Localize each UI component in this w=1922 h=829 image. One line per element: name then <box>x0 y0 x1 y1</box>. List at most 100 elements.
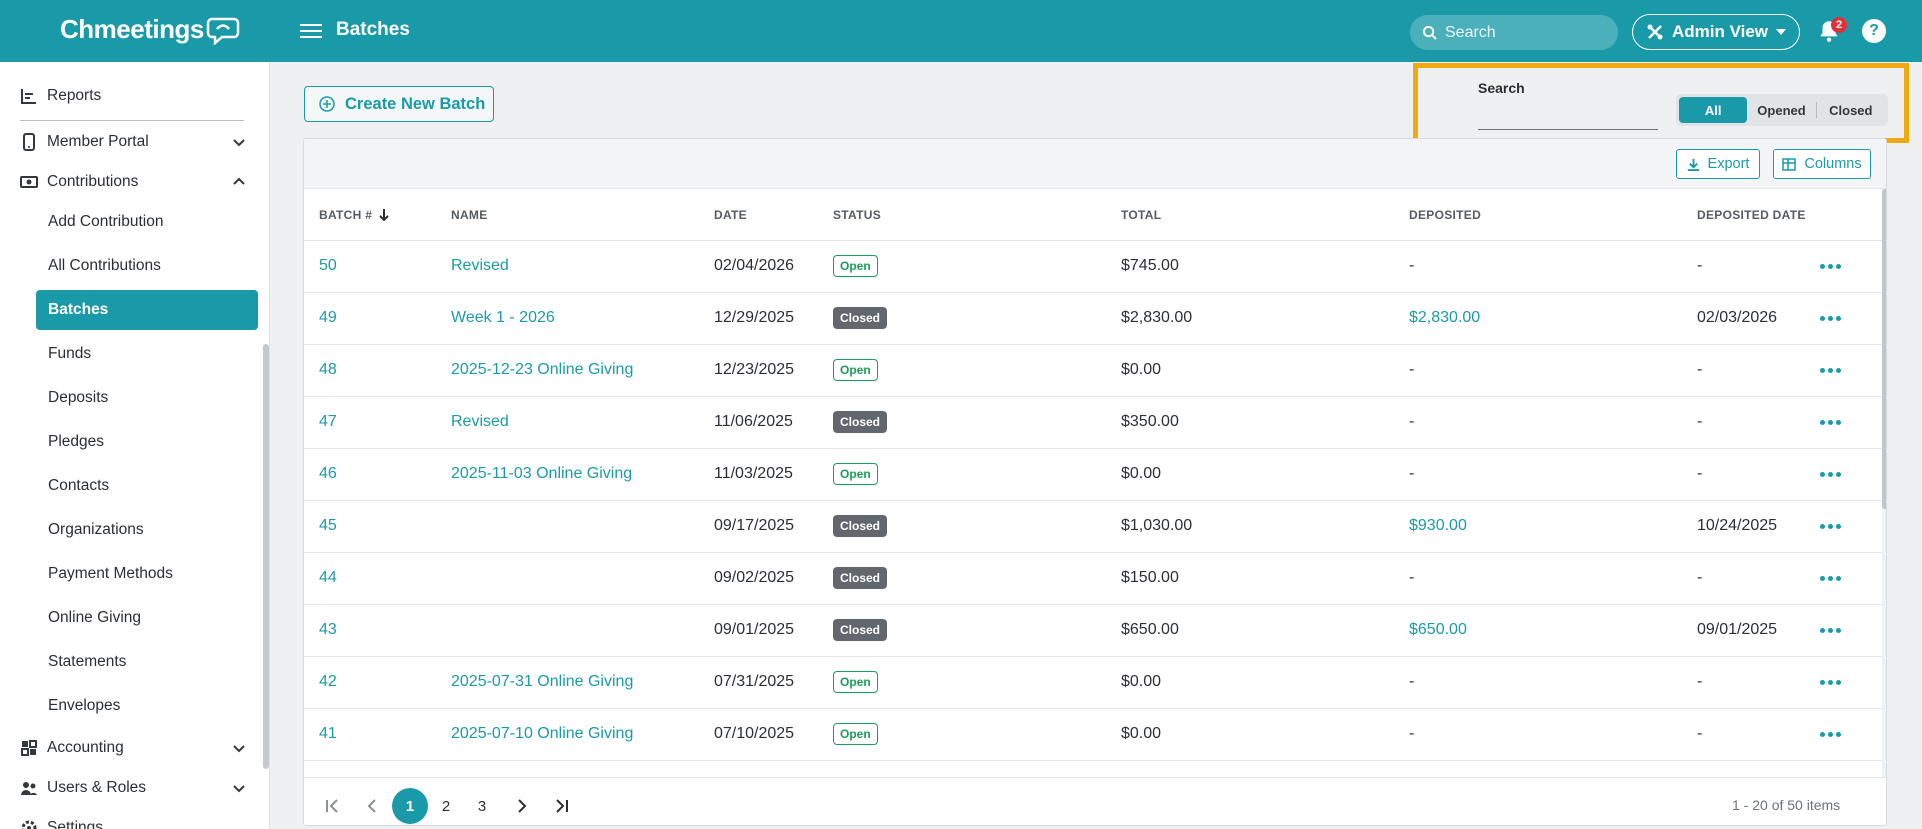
table-row[interactable]: 48 2025-12-23 Online Giving 12/23/2025 Open… <box>304 345 1882 397</box>
create-new-batch-button[interactable]: Create New Batch <box>304 86 494 122</box>
admin-view-button[interactable]: Admin View <box>1632 14 1800 50</box>
last-page-icon[interactable] <box>544 788 580 824</box>
sidebar-subitem-all-contributions[interactable]: All Contributions <box>36 246 258 286</box>
batch-name-link[interactable]: 2025-12-23 Online Giving <box>451 361 633 379</box>
row-actions-more-icon[interactable] <box>1820 628 1841 633</box>
batches-grid: Export Columns BATCH # NAME DATE STATUS … <box>303 138 1887 826</box>
sidebar-item-settings[interactable]: Settings <box>0 808 262 829</box>
page-2-button[interactable]: 2 <box>428 788 464 824</box>
sidebar-item-reports[interactable]: Reports <box>0 76 262 116</box>
grid-scrollbar-thumb[interactable] <box>1882 189 1886 509</box>
sidebar-subitem-batches[interactable]: Batches <box>36 290 258 330</box>
batch-date: 07/10/2025 <box>714 725 795 742</box>
sidebar-subitem-online-giving[interactable]: Online Giving <box>36 598 258 638</box>
batch-number-link[interactable]: 48 <box>319 361 337 379</box>
batch-total: $0.00 <box>1121 725 1162 742</box>
column-header-deposited-date[interactable]: DEPOSITED DATE <box>1697 208 1806 222</box>
column-header-deposited[interactable]: DEPOSITED <box>1409 208 1481 222</box>
batch-number-link[interactable]: 42 <box>319 673 337 691</box>
row-actions-more-icon[interactable] <box>1820 420 1841 425</box>
sidebar-subitem-funds[interactable]: Funds <box>36 334 258 374</box>
row-actions-more-icon[interactable] <box>1820 576 1841 581</box>
sidebar-scrollbar[interactable] <box>263 344 269 769</box>
columns-button[interactable]: Columns <box>1773 149 1871 179</box>
table-row[interactable]: 50 Revised 02/04/2026 Open $745.00 - - <box>304 241 1882 293</box>
column-header-date[interactable]: DATE <box>714 208 747 222</box>
batch-name-link[interactable]: 2025-07-10 Online Giving <box>451 725 633 743</box>
row-actions-more-icon[interactable] <box>1820 732 1841 737</box>
export-button[interactable]: Export <box>1676 149 1760 179</box>
batch-number-link[interactable]: 45 <box>319 517 337 535</box>
column-header-status[interactable]: STATUS <box>833 208 881 222</box>
page-1-button[interactable]: 1 <box>392 788 428 824</box>
batch-number-link[interactable]: 49 <box>319 309 337 327</box>
batch-number-link[interactable]: 50 <box>319 257 337 275</box>
sidebar-subitem-statements[interactable]: Statements <box>36 642 258 682</box>
row-actions-more-icon[interactable] <box>1820 264 1841 269</box>
batch-deposited[interactable]: $2,830.00 <box>1409 309 1480 327</box>
batch-deposited[interactable]: $930.00 <box>1409 517 1467 535</box>
batch-number-link[interactable]: 46 <box>319 465 337 483</box>
sidebar-subitem-contacts[interactable]: Contacts <box>36 466 258 506</box>
previous-page-icon[interactable] <box>354 788 390 824</box>
help-icon[interactable]: ? <box>1862 19 1886 43</box>
batch-name-link[interactable]: Revised <box>451 257 509 275</box>
column-header-label: BATCH # <box>319 208 373 222</box>
column-header-batch[interactable]: BATCH # <box>319 208 390 222</box>
batch-name-link[interactable]: 2025-07-31 Online Giving <box>451 673 633 691</box>
grid-scrollbar[interactable] <box>1882 189 1886 777</box>
batch-number-link[interactable]: 43 <box>319 621 337 639</box>
pagination-info: 1 - 20 of 50 items <box>1732 797 1841 813</box>
sidebar-subitem-envelopes[interactable]: Envelopes <box>36 686 258 726</box>
table-row[interactable]: 46 2025-11-03 Online Giving 11/03/2025 Open… <box>304 449 1882 501</box>
next-page-icon[interactable] <box>504 788 540 824</box>
row-actions-more-icon[interactable] <box>1820 368 1841 373</box>
sidebar-item-member-portal[interactable]: Member Portal <box>0 122 262 162</box>
page-3-button[interactable]: 3 <box>464 788 500 824</box>
filter-search-input[interactable] <box>1478 102 1658 130</box>
sidebar-item-users-roles[interactable]: Users & Roles <box>0 768 262 808</box>
sidebar-item-contributions[interactable]: Contributions <box>0 162 262 202</box>
batch-total: $350.00 <box>1121 413 1179 430</box>
table-row[interactable]: 43 09/01/2025 Closed $650.00 $650.00 09/01/20… <box>304 605 1882 657</box>
batch-name-link[interactable]: 2025-11-03 Online Giving <box>451 465 632 483</box>
row-actions-more-icon[interactable] <box>1820 472 1841 477</box>
batch-deposited[interactable]: $650.00 <box>1409 621 1467 639</box>
first-page-icon[interactable] <box>314 788 350 824</box>
table-row[interactable]: 44 09/02/2025 Closed $150.00 - - <box>304 553 1882 605</box>
sidebar: Reports Member Portal Contributions Add … <box>0 62 270 829</box>
table-row[interactable]: 45 09/17/2025 Closed $1,030.00 $930.00 10/24/… <box>304 501 1882 553</box>
batch-deposited-date: - <box>1697 673 1703 690</box>
batch-number-link[interactable]: 41 <box>319 725 337 743</box>
table-row[interactable]: 47 Revised 11/06/2025 Closed $350.00 - - <box>304 397 1882 449</box>
sidebar-subitem-pledges[interactable]: Pledges <box>36 422 258 462</box>
segment-opened[interactable]: Opened <box>1747 97 1815 123</box>
batch-name-link[interactable]: Revised <box>451 413 509 431</box>
global-search-input[interactable]: Search <box>1410 15 1618 50</box>
table-row[interactable]: 41 2025-07-10 Online Giving 07/10/2025 Open… <box>304 709 1882 761</box>
table-row[interactable]: 49 Week 1 - 2026 12/29/2025 Closed $2,830.00… <box>304 293 1882 345</box>
batch-number-link[interactable]: 44 <box>319 569 337 587</box>
sidebar-subitem-add-contribution[interactable]: Add Contribution <box>36 202 258 242</box>
app-logo[interactable]: Chmeetings <box>60 14 240 45</box>
batch-deposited-date: - <box>1697 569 1703 586</box>
sidebar-item-accounting[interactable]: Accounting <box>0 728 262 768</box>
sidebar-subitem-organizations[interactable]: Organizations <box>36 510 258 550</box>
segment-all[interactable]: All <box>1679 97 1748 123</box>
row-actions-more-icon[interactable] <box>1820 680 1841 685</box>
batch-deposited: - <box>1409 413 1415 430</box>
row-actions-more-icon[interactable] <box>1820 524 1841 529</box>
sidebar-subitem-deposits[interactable]: Deposits <box>36 378 258 418</box>
table-row[interactable]: 42 2025-07-31 Online Giving 07/31/2025 Open… <box>304 657 1882 709</box>
column-header-total[interactable]: TOTAL <box>1121 208 1161 222</box>
row-actions-more-icon[interactable] <box>1820 316 1841 321</box>
batch-date: 09/01/2025 <box>714 621 795 638</box>
hamburger-menu-icon[interactable] <box>300 20 322 42</box>
batch-name-link[interactable]: Week 1 - 2026 <box>451 309 555 327</box>
batch-deposited: - <box>1409 361 1415 378</box>
column-header-name[interactable]: NAME <box>451 208 488 222</box>
batch-total: $0.00 <box>1121 465 1162 482</box>
segment-closed[interactable]: Closed <box>1817 97 1885 123</box>
batch-number-link[interactable]: 47 <box>319 413 337 431</box>
sidebar-subitem-payment-methods[interactable]: Payment Methods <box>36 554 258 594</box>
